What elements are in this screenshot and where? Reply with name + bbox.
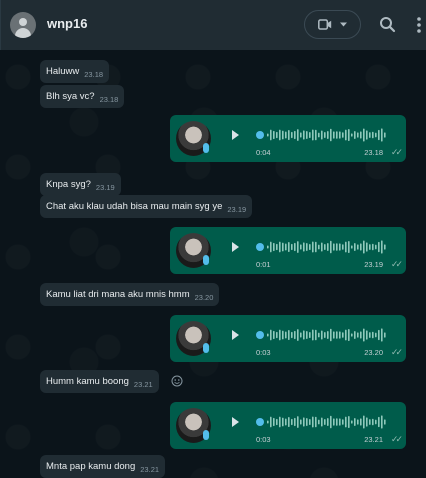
message-time: 23.19 (227, 204, 247, 214)
double-check-icon: ✓✓ (390, 434, 403, 444)
double-check-icon: ✓✓ (390, 147, 403, 157)
voice-duration: 0:03 (256, 348, 271, 357)
message-in[interactable]: Mnta pap kamu dong 23.21 (40, 455, 166, 478)
voice-message[interactable]: 0:01 23.19 ✓✓ (170, 227, 406, 274)
message-time: 23.18 (364, 148, 383, 157)
message-text: Haluww (46, 66, 80, 77)
double-check-icon: ✓✓ (390, 259, 403, 269)
message-time: 23.21 (133, 379, 153, 389)
message-text: Chat aku klau udah bisa mau main syg ye (46, 201, 223, 212)
search-icon[interactable] (377, 14, 399, 36)
message-text: Kamu liat dri mana aku mnis hmm (46, 289, 190, 300)
message-in[interactable]: Haluww 23.18 (40, 60, 110, 83)
message-time: 23.18 (99, 94, 119, 104)
message-time: 23.19 (95, 182, 115, 192)
mic-icon (203, 255, 209, 265)
voice-duration: 0:03 (256, 435, 271, 444)
voice-message[interactable]: 0:03 23.21 ✓✓ (170, 402, 406, 449)
message-time: 23.21 (364, 435, 383, 444)
chevron-down-icon (340, 22, 347, 27)
message-time: 23.19 (364, 260, 383, 269)
message-in[interactable]: Chat aku klau udah bisa mau main syg ye … (40, 195, 253, 218)
chat-area: Haluww 23.18 Blh sya vc? 23.18 0:04 23.1… (0, 50, 426, 478)
message-text: Mnta pap kamu dong (46, 461, 136, 472)
play-icon[interactable] (232, 330, 239, 340)
message-time: 23.20 (194, 292, 214, 302)
play-icon[interactable] (232, 417, 239, 427)
emoji-reaction-icon[interactable] (171, 375, 183, 387)
voice-message[interactable]: 0:03 23.20 ✓✓ (170, 315, 406, 362)
waveform[interactable] (256, 237, 388, 257)
play-icon[interactable] (232, 130, 239, 140)
message-in[interactable]: Blh sya vc? 23.18 (40, 85, 125, 108)
double-check-icon: ✓✓ (390, 347, 403, 357)
message-text: Humm kamu boong (46, 376, 129, 387)
video-camera-icon (318, 19, 332, 30)
message-time: 23.18 (84, 69, 104, 79)
video-call-button[interactable] (304, 10, 361, 39)
voice-duration: 0:04 (256, 148, 271, 157)
contact-name[interactable]: wnp16 (47, 16, 87, 31)
message-time: 23.21 (140, 464, 160, 474)
message-text: Blh sya vc? (46, 91, 95, 102)
message-in[interactable]: Knpa syg? 23.19 (40, 173, 121, 196)
play-icon[interactable] (232, 242, 239, 252)
more-vertical-icon[interactable] (414, 14, 424, 36)
chat-header: wnp16 (0, 0, 426, 50)
waveform[interactable] (256, 125, 388, 145)
mic-icon (203, 343, 209, 353)
message-text: Knpa syg? (46, 179, 91, 190)
waveform[interactable] (256, 412, 388, 432)
voice-duration: 0:01 (256, 260, 271, 269)
message-in[interactable]: Kamu liat dri mana aku mnis hmm 23.20 (40, 283, 220, 306)
message-time: 23.20 (364, 348, 383, 357)
message-in[interactable]: Humm kamu boong 23.21 (40, 370, 159, 393)
voice-message[interactable]: 0:04 23.18 ✓✓ (170, 115, 406, 162)
mic-icon (203, 430, 209, 440)
default-avatar-icon[interactable] (10, 12, 36, 38)
waveform[interactable] (256, 325, 388, 345)
mic-icon (203, 143, 209, 153)
